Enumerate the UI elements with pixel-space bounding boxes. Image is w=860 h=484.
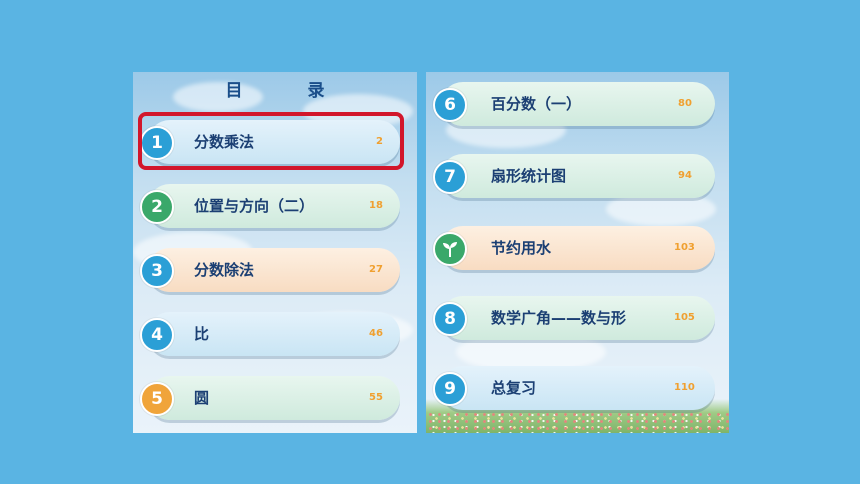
page-number: 18 (369, 200, 383, 211)
chapter-title: 数学广角——数与形 (491, 309, 627, 327)
chapter-number-badge: 6 (433, 88, 467, 122)
chapter-number-badge: 3 (140, 254, 174, 288)
sprout-icon (433, 232, 467, 266)
toc-item-pill (148, 312, 400, 356)
page-number: 103 (674, 242, 695, 253)
chapter-title: 扇形统计图 (491, 167, 567, 185)
page-number: 27 (369, 264, 383, 275)
page-number: 110 (674, 382, 695, 393)
toc-item-pill (148, 248, 400, 292)
highlight-frame (138, 112, 404, 170)
chapter-title: 分数除法 (194, 261, 255, 279)
chapter-title: 节约用水 (491, 239, 552, 257)
page-number: 55 (369, 392, 383, 403)
toc-item-pill (441, 154, 715, 198)
chapter-title: 位置与方向（二） (194, 197, 315, 215)
chapter-number-badge: 9 (433, 372, 467, 406)
page-number: 80 (678, 98, 692, 109)
page-number: 46 (369, 328, 383, 339)
flower-field-illustration (426, 411, 729, 433)
chapter-number-badge: 2 (140, 190, 174, 224)
chapter-title: 百分数（一） (491, 95, 582, 113)
chapter-title: 圆 (194, 389, 210, 407)
chapter-title: 比 (194, 325, 210, 343)
chapter-title: 总复习 (491, 379, 537, 397)
chapter-number-badge: 7 (433, 160, 467, 194)
page-number: 94 (678, 170, 692, 181)
chapter-number-badge: 8 (433, 302, 467, 336)
toc-item-pill (148, 376, 400, 420)
chapter-number-badge: 5 (140, 382, 174, 416)
chapter-number-badge: 4 (140, 318, 174, 352)
toc-title: 目 录 (225, 81, 349, 101)
page-number: 105 (674, 312, 695, 323)
toc-right-panel: 6 百分数（一） 80 7 扇形统计图 94 节约用水 103 8 数学广角——… (426, 72, 729, 433)
